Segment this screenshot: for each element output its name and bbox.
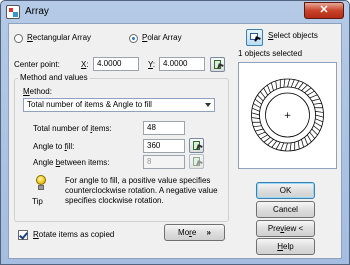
center-x-label: X: xyxy=(81,60,89,69)
method-dropdown-value: Total number of items & Angle to fill xyxy=(27,100,152,109)
objects-selected-status: 1 objects selected xyxy=(238,49,303,58)
preview-array-item xyxy=(267,85,271,93)
select-objects-button[interactable] xyxy=(246,29,263,46)
center-x-field[interactable]: 4.0000 xyxy=(93,57,139,71)
preview-array-item xyxy=(315,118,323,123)
dialog-client-area: Rectangular Array Polar Array Center poi… xyxy=(8,23,342,259)
preview-array-item xyxy=(289,142,292,151)
preview-array-item xyxy=(315,110,324,113)
preview-array-item xyxy=(297,140,300,150)
ok-button[interactable]: OK xyxy=(256,182,315,199)
preview-array-item xyxy=(309,94,318,99)
preview-array-item xyxy=(254,98,262,105)
preview-button[interactable]: Preview < xyxy=(256,220,315,237)
angle-between-label: Angle between items: xyxy=(33,158,110,167)
preview-array-item xyxy=(307,90,315,96)
preview-array-item xyxy=(294,80,300,89)
rotate-items-checkbox[interactable] xyxy=(18,230,28,240)
double-chevron-down-icon: » xyxy=(206,228,211,237)
preview-array-item xyxy=(263,87,269,96)
pick-angle-to-fill-button[interactable] xyxy=(189,138,204,153)
preview-array-item xyxy=(301,139,304,148)
polar-array-label[interactable]: Polar Array xyxy=(142,33,182,42)
preview-array-item xyxy=(313,102,322,105)
tip-text: For angle to fill, a positive value spec… xyxy=(65,176,218,205)
preview-center-mark: + xyxy=(284,111,292,121)
preview-array-item xyxy=(304,137,308,145)
array-app-icon xyxy=(6,5,20,19)
tip-caption: Tip xyxy=(32,197,43,206)
preview-array-item xyxy=(280,142,285,151)
preview-array-item xyxy=(285,142,288,152)
preview-array-item xyxy=(252,107,260,112)
lightbulb-icon xyxy=(35,175,47,191)
angle-between-field: 8 xyxy=(143,155,185,169)
total-items-field[interactable]: 48 xyxy=(143,121,185,135)
preview-array-item xyxy=(297,82,304,90)
preview-array-item xyxy=(275,141,281,150)
polar-array-preview-graphic: + xyxy=(251,78,324,152)
polar-array-radio[interactable] xyxy=(129,34,138,43)
preview-array-item xyxy=(304,87,312,94)
preview-array-item xyxy=(311,98,320,102)
title-bar[interactable]: Array ✕ xyxy=(1,1,349,23)
method-values-title: Method and values xyxy=(18,73,90,82)
rectangular-array-radio[interactable] xyxy=(14,34,23,43)
preview-array-item xyxy=(311,128,318,136)
total-items-label: Total number of items: xyxy=(33,124,112,133)
preview-array-item xyxy=(306,134,312,143)
rotate-items-label[interactable]: Rotate items as copied xyxy=(33,230,114,239)
preview-array-item xyxy=(287,78,290,88)
preview-array-item xyxy=(257,131,266,136)
pick-angle-between-button xyxy=(189,154,204,169)
preview-array-item xyxy=(253,125,262,128)
pick-center-point-button[interactable] xyxy=(210,57,225,72)
preview-array-item xyxy=(251,112,260,116)
preview-array-item xyxy=(251,117,260,120)
center-y-label: Y: xyxy=(148,60,156,69)
close-button[interactable]: ✕ xyxy=(304,2,344,19)
center-y-field[interactable]: 4.0000 xyxy=(159,57,205,71)
rectangular-array-label[interactable]: Rectangular Array xyxy=(27,33,91,42)
chevron-down-icon xyxy=(205,103,211,107)
cancel-button[interactable]: Cancel xyxy=(256,201,315,218)
preview-array-item xyxy=(309,131,315,139)
preview-array-item xyxy=(263,136,271,143)
array-dialog-window: Array ✕ Rectangular Array Polar Array Ce… xyxy=(0,0,350,265)
preview-array-item xyxy=(283,79,286,88)
preview-array-item xyxy=(290,79,295,88)
center-point-label: Center point: xyxy=(14,60,60,69)
help-button[interactable]: Help xyxy=(256,238,315,255)
preview-array-item xyxy=(271,82,274,91)
more-button[interactable]: More » xyxy=(164,224,225,241)
select-objects-label[interactable]: Select objects xyxy=(268,31,318,40)
preview-array-item xyxy=(260,134,268,140)
preview-array-item xyxy=(271,140,278,148)
preview-array-item xyxy=(267,139,274,146)
angle-to-fill-label: Angle to fill: xyxy=(33,142,75,151)
preview-array-item xyxy=(255,128,264,132)
window-title: Array xyxy=(25,6,49,17)
preview-array-item xyxy=(275,80,278,90)
preview-array-item xyxy=(260,91,266,99)
preview-array-item xyxy=(257,94,264,102)
preview-array-item xyxy=(314,121,322,127)
preview-array-item xyxy=(253,103,261,109)
method-label: Method: xyxy=(23,87,52,96)
preview-array-item xyxy=(315,114,324,118)
preview-array-item xyxy=(313,125,321,132)
preview-array-item xyxy=(301,84,308,91)
angle-to-fill-field[interactable]: 360 xyxy=(143,139,185,153)
method-dropdown[interactable]: Total number of items & Angle to fill xyxy=(23,98,215,112)
array-preview-pane: + xyxy=(238,62,337,169)
